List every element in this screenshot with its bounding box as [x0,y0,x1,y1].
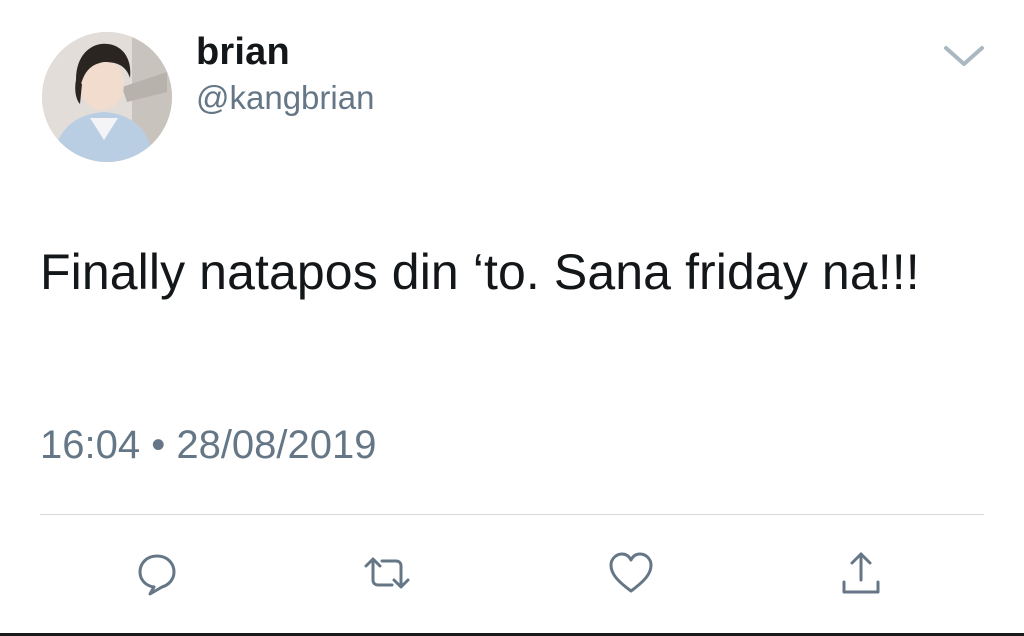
tweet-card: brian @kangbrian Finally natapos din ‘to… [0,0,1024,636]
user-handle[interactable]: @kangbrian [196,76,374,120]
chevron-down-icon[interactable] [940,38,988,74]
reply-button[interactable] [132,548,182,598]
avatar-photo [42,32,172,162]
tweet-text: Finally natapos din ‘to. Sana friday na!… [40,244,920,300]
like-button[interactable] [606,548,656,598]
display-name[interactable]: brian [196,28,290,76]
retweet-arrows-icon [364,557,410,589]
tweet-timestamp[interactable]: 16:04 • 28/08/2019 [40,420,377,470]
retweet-button[interactable] [362,548,412,598]
share-button[interactable] [836,548,886,598]
heart-icon [609,552,653,593]
speech-bubble-icon [138,554,176,596]
share-upload-icon [842,552,880,594]
divider [40,514,984,515]
avatar[interactable] [42,32,172,162]
